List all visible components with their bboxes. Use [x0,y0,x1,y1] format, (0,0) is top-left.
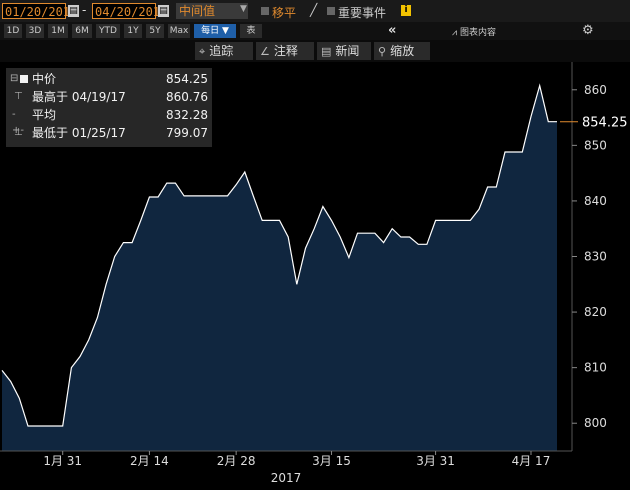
y-tick-label: 830 [584,250,607,264]
legend-row-low: ⊥ 最低于 01/25/17 799.07 [10,125,208,141]
y-tick-label: 810 [584,361,607,375]
last-value-label: 854.25 [582,116,628,131]
x-axis-ticks: 1月 31 2月 14 2月 28 3月 15 3月 31 4月 17 [43,451,550,468]
y-tick-label: 860 [584,83,607,97]
legend-row-high: ⊤ 最高于 04/19/17 860.76 [10,89,208,105]
legend-row-avg: -+- 平均 832.28 [10,107,208,136]
y-tick-label: 850 [584,138,607,152]
y-tick-label: 820 [584,305,607,319]
legend-row-main: ⊟ 中价 854.25 [10,71,208,87]
y-tick-label: 840 [584,194,607,208]
last-value-marker: 854.25 [560,113,630,131]
y-tick-label: 800 [584,416,607,430]
x-tick-label: 3月 31 [416,454,455,468]
low-marker-icon: ⊥ [14,127,23,138]
x-tick-label: 3月 15 [312,454,351,468]
legend-avg-value: 832.28 [166,108,208,122]
legend-main-value: 854.25 [166,72,208,86]
x-tick-label: 1月 31 [43,454,82,468]
x-axis-year-label: 2017 [271,471,302,485]
x-tick-label: 2月 14 [130,454,169,468]
x-tick-label: 2月 28 [217,454,256,468]
legend-panel: ⊟ 中价 854.25 ⊤ 最高于 04/19/17 860.76 -+- 平均… [6,68,212,147]
y-axis-ticks: 800 810 820 830 840 850 860 [572,83,607,430]
high-marker-icon: ⊤ [14,91,23,102]
legend-main-label: 中价 [32,72,57,86]
legend-low-value: 799.07 [166,126,208,140]
legend-low-label: 最低于 01/25/17 [32,126,126,140]
legend-avg-label: 平均 [32,108,57,122]
legend-high-value: 860.76 [166,90,208,104]
series-swatch [20,75,28,83]
legend-high-label: 最高于 04/19/17 [32,90,126,104]
x-tick-label: 4月 17 [512,454,551,468]
